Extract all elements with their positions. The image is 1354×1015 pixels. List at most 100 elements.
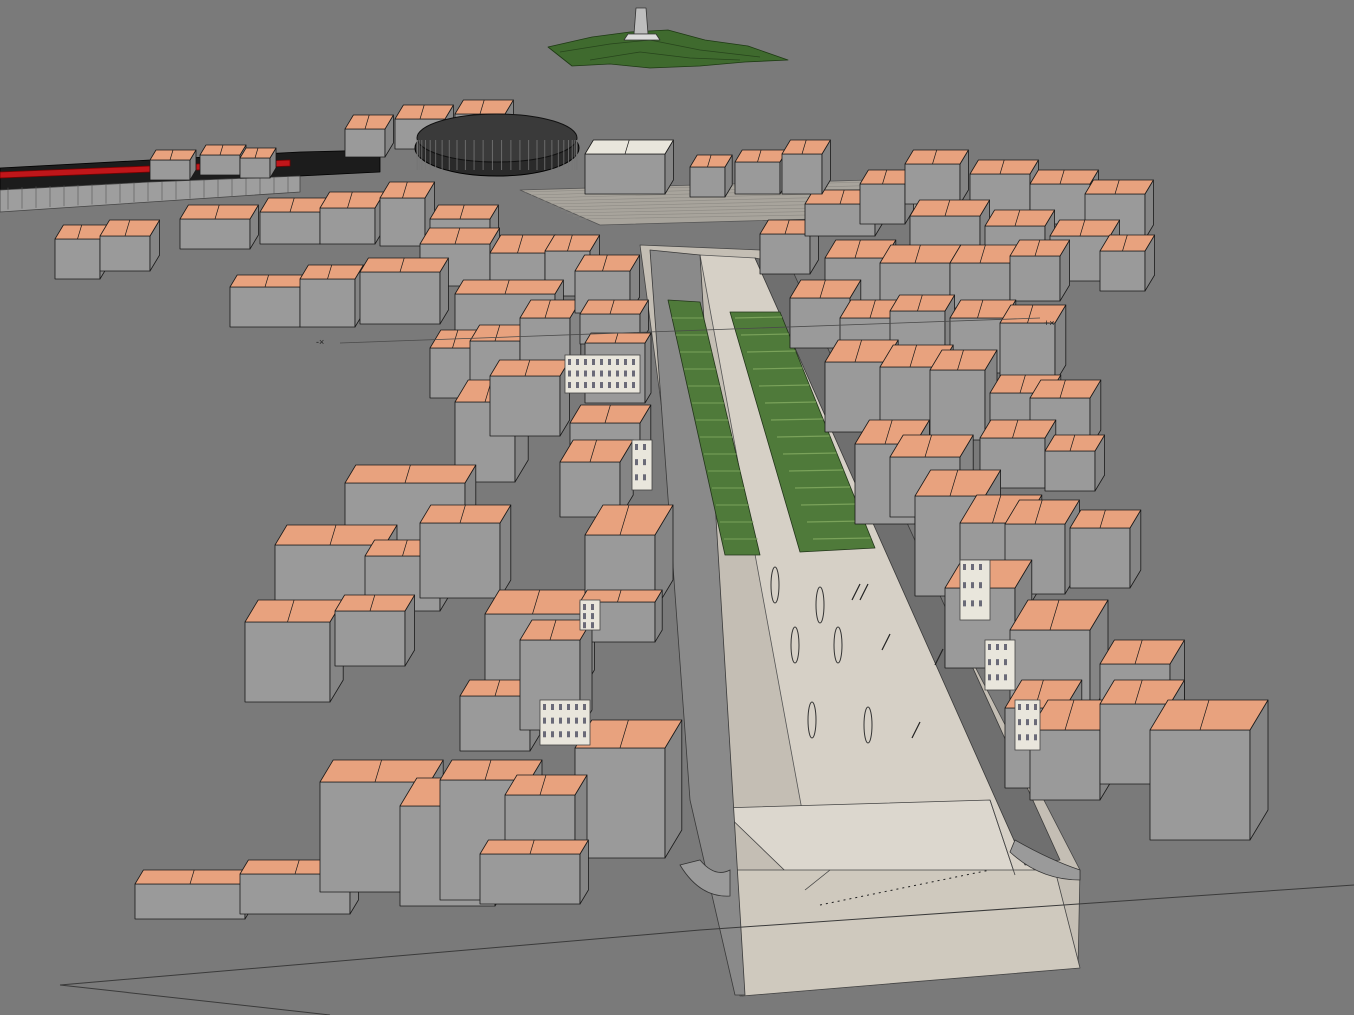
building-roof	[519, 299, 582, 319]
building	[419, 504, 512, 599]
facade	[564, 354, 641, 394]
facade-window	[1026, 734, 1029, 741]
building-roof	[479, 839, 589, 855]
facade-window	[996, 674, 999, 681]
building-wall	[759, 233, 811, 275]
facade-window	[543, 704, 546, 710]
building-roof	[359, 257, 449, 273]
building-roof	[984, 209, 1055, 227]
building-roof	[504, 774, 588, 796]
building-roof	[689, 154, 733, 168]
building-roof	[569, 404, 652, 424]
building-roof	[489, 359, 570, 377]
building-wall	[479, 853, 581, 905]
facade-window	[643, 444, 646, 450]
building-wall	[1029, 729, 1101, 801]
amphitheater-top	[416, 113, 578, 163]
facade-window	[624, 382, 627, 389]
building-wall	[459, 695, 531, 752]
building	[689, 154, 733, 198]
building	[781, 139, 831, 195]
facade-window	[1004, 674, 1007, 681]
building-wall	[134, 883, 246, 920]
facade-window	[543, 731, 546, 738]
facade-window	[616, 359, 619, 365]
building	[479, 839, 589, 905]
facade-window	[584, 359, 587, 365]
building	[244, 599, 344, 703]
facade-window	[567, 731, 570, 738]
facade-window	[575, 704, 578, 710]
building-roof	[394, 104, 454, 120]
tower-base	[623, 33, 661, 41]
building	[229, 274, 308, 328]
facade	[631, 439, 653, 491]
building	[344, 114, 394, 158]
facade-window	[551, 717, 554, 724]
building-side	[644, 332, 652, 404]
facade-window	[576, 382, 579, 389]
facade-window	[551, 731, 554, 738]
facade-window	[635, 474, 638, 481]
building-roof	[929, 349, 998, 371]
building	[1099, 234, 1155, 292]
building-roof	[134, 869, 254, 885]
building-roof	[1009, 239, 1070, 257]
building-roof	[1099, 639, 1185, 665]
hill-terrain[interactable]	[547, 7, 789, 69]
building-wall	[299, 278, 356, 328]
facade-window	[600, 370, 603, 377]
facade-window	[575, 717, 578, 724]
building	[1009, 239, 1070, 302]
building-roof	[559, 439, 634, 463]
building-wall	[584, 153, 666, 195]
building-roof	[149, 149, 197, 161]
facade	[959, 559, 991, 621]
facade-window	[963, 564, 966, 570]
3d-viewport[interactable]: -× +×	[0, 0, 1354, 1015]
building-roof	[879, 244, 962, 264]
facade-window	[568, 370, 571, 377]
building	[1149, 699, 1269, 841]
plaza-steps	[729, 869, 1081, 997]
building-roof	[789, 279, 862, 299]
facade	[1014, 699, 1041, 751]
building-wall	[334, 610, 406, 667]
building-wall	[1149, 729, 1251, 841]
building-roof	[429, 204, 499, 220]
facade-window	[996, 644, 999, 650]
facade-window	[559, 704, 562, 710]
facade-window	[584, 382, 587, 389]
facade-window	[583, 613, 586, 620]
facade-window	[616, 370, 619, 377]
facade	[984, 639, 1016, 691]
building	[134, 869, 254, 920]
building	[359, 257, 449, 325]
building-roof	[999, 304, 1067, 324]
city-model-scene[interactable]	[0, 0, 1354, 1015]
building-wall	[1099, 250, 1146, 292]
building-wall	[1069, 527, 1131, 589]
building-roof	[484, 589, 595, 615]
building-wall	[99, 235, 151, 272]
building-roof	[584, 139, 674, 155]
facade-window	[583, 604, 586, 610]
building-wall	[259, 211, 321, 245]
facade-window	[583, 717, 586, 724]
building-wall	[179, 218, 251, 250]
facade-window	[575, 731, 578, 738]
building-roof	[419, 227, 501, 245]
amphitheater[interactable]	[414, 113, 580, 177]
building	[904, 149, 969, 205]
facade-window	[632, 382, 635, 389]
facade-window	[1018, 719, 1021, 726]
facade-window	[971, 600, 974, 607]
building-roof	[344, 464, 477, 484]
building-roof	[259, 197, 329, 213]
building-wall	[1009, 255, 1061, 302]
building-roof	[544, 234, 600, 252]
axis-marker-left: -×	[316, 337, 325, 347]
building	[574, 719, 683, 859]
building-roof	[454, 99, 514, 115]
building-roof	[419, 504, 512, 524]
